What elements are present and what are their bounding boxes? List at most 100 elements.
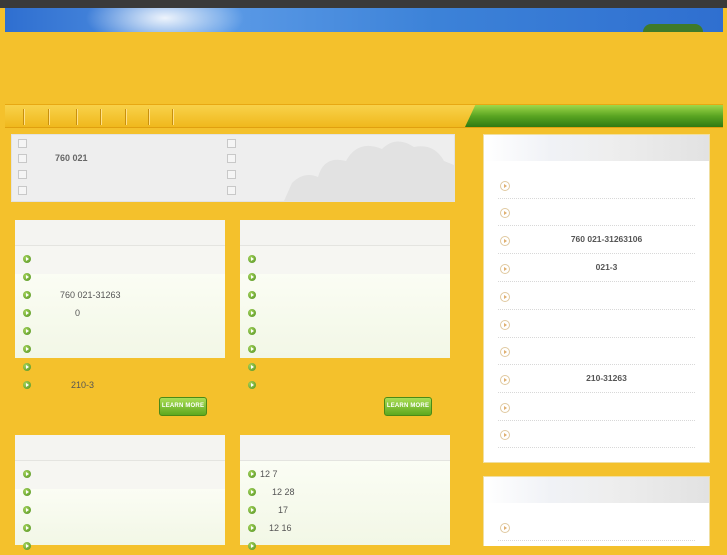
arrow-circle-icon — [500, 430, 510, 440]
arrow-bullet-icon — [23, 309, 31, 317]
arrow-bullet-icon — [248, 255, 256, 263]
panel-header — [15, 435, 225, 461]
grass-banner — [465, 105, 723, 127]
square-bullet-icon — [227, 186, 236, 196]
panel-2-list — [240, 250, 450, 394]
arrow-bullet-icon — [248, 363, 256, 371]
tree-line — [643, 24, 703, 32]
list-item[interactable] — [15, 322, 225, 340]
sidebar-item[interactable]: 760 021-31263106 — [498, 226, 695, 254]
header-banner — [5, 8, 723, 32]
list-item[interactable] — [15, 483, 225, 501]
top-news-box: 760 021 — [11, 134, 455, 202]
arrow-bullet-icon — [23, 488, 31, 496]
arrow-bullet-icon — [248, 309, 256, 317]
sidebar-item[interactable] — [498, 171, 695, 199]
sidebar-item[interactable] — [498, 513, 695, 541]
panel-header — [15, 220, 225, 246]
panel-3-list — [15, 465, 225, 550]
list-item[interactable] — [15, 519, 225, 537]
list-item[interactable]: 12 16 — [240, 519, 450, 537]
list-item[interactable] — [18, 181, 218, 199]
list-item[interactable] — [15, 358, 225, 376]
arrow-bullet-icon — [23, 381, 31, 389]
square-bullet-icon — [227, 154, 236, 164]
arrow-bullet-icon — [23, 363, 31, 371]
main-nav — [5, 104, 723, 128]
arrow-circle-icon — [500, 236, 510, 246]
sidebar-header — [484, 135, 709, 161]
list-item[interactable] — [240, 340, 450, 358]
arrow-circle-icon — [500, 523, 510, 533]
list-item[interactable]: 760 021-31263 — [15, 286, 225, 304]
list-item[interactable]: 17 — [240, 501, 450, 519]
arrow-bullet-icon — [248, 291, 256, 299]
list-item[interactable]: 12 28 — [240, 483, 450, 501]
arrow-circle-icon — [500, 181, 510, 191]
list-item[interactable] — [240, 304, 450, 322]
arrow-bullet-icon — [23, 273, 31, 281]
arrow-bullet-icon — [23, 506, 31, 514]
panel-1-list: 760 021-31263 0 210-3 — [15, 250, 225, 394]
list-item[interactable] — [15, 465, 225, 483]
arrow-bullet-icon — [248, 506, 256, 514]
arrow-bullet-icon — [23, 524, 31, 532]
arrow-bullet-icon — [23, 327, 31, 335]
list-item[interactable] — [240, 537, 450, 555]
arrow-circle-icon — [500, 292, 510, 302]
sidebar-item[interactable] — [498, 282, 695, 310]
nav-separator — [76, 109, 77, 125]
arrow-circle-icon — [500, 320, 510, 330]
list-item[interactable] — [15, 537, 225, 555]
list-item[interactable]: 210-3 — [15, 376, 225, 394]
list-item[interactable] — [240, 250, 450, 268]
arrow-bullet-icon — [23, 291, 31, 299]
nav-separator — [125, 109, 126, 125]
sidebar-item[interactable] — [498, 337, 695, 365]
arrow-bullet-icon — [23, 470, 31, 478]
arrow-bullet-icon — [23, 542, 31, 550]
nav-separator — [23, 109, 24, 125]
square-bullet-icon — [227, 170, 236, 180]
sun-glow — [85, 8, 245, 32]
arrow-circle-icon — [500, 375, 510, 385]
list-item[interactable]: 0 — [15, 304, 225, 322]
sidebar-item[interactable]: 210-31263 — [498, 365, 695, 393]
arrow-bullet-icon — [23, 345, 31, 353]
sidebar-item[interactable] — [498, 420, 695, 448]
nav-separator — [148, 109, 149, 125]
content-panel-4: 12 7 12 28 17 12 16 — [240, 435, 450, 550]
arrow-bullet-icon — [248, 327, 256, 335]
sidebar-item[interactable] — [498, 310, 695, 338]
sidebar-box-2 — [483, 476, 710, 546]
list-item[interactable] — [240, 376, 450, 394]
learn-more-button[interactable]: LEARN MORE — [384, 397, 432, 416]
arrow-bullet-icon — [23, 255, 31, 263]
list-item[interactable] — [240, 268, 450, 286]
nav-separator — [48, 109, 49, 125]
top-bar — [0, 0, 727, 8]
sidebar-item[interactable] — [498, 198, 695, 226]
square-bullet-icon — [227, 139, 236, 149]
sidebar-item[interactable]: 021-3 — [498, 254, 695, 282]
arrow-bullet-icon — [248, 542, 256, 550]
arrow-bullet-icon — [248, 470, 256, 478]
square-bullet-icon — [18, 186, 27, 196]
sidebar-item[interactable] — [498, 393, 695, 421]
list-item[interactable] — [15, 501, 225, 519]
list-item[interactable] — [15, 250, 225, 268]
arrow-bullet-icon — [248, 488, 256, 496]
list-item[interactable] — [15, 340, 225, 358]
list-item[interactable] — [240, 286, 450, 304]
learn-more-button[interactable]: LEARN MORE — [159, 397, 207, 416]
list-item[interactable] — [227, 181, 427, 199]
arrow-bullet-icon — [248, 273, 256, 281]
arrow-bullet-icon — [248, 345, 256, 353]
arrow-circle-icon — [500, 403, 510, 413]
list-item[interactable] — [15, 268, 225, 286]
list-item[interactable] — [240, 358, 450, 376]
list-item[interactable] — [240, 322, 450, 340]
arrow-circle-icon — [500, 264, 510, 274]
list-item[interactable]: 12 7 — [240, 465, 450, 483]
arrow-circle-icon — [500, 347, 510, 357]
